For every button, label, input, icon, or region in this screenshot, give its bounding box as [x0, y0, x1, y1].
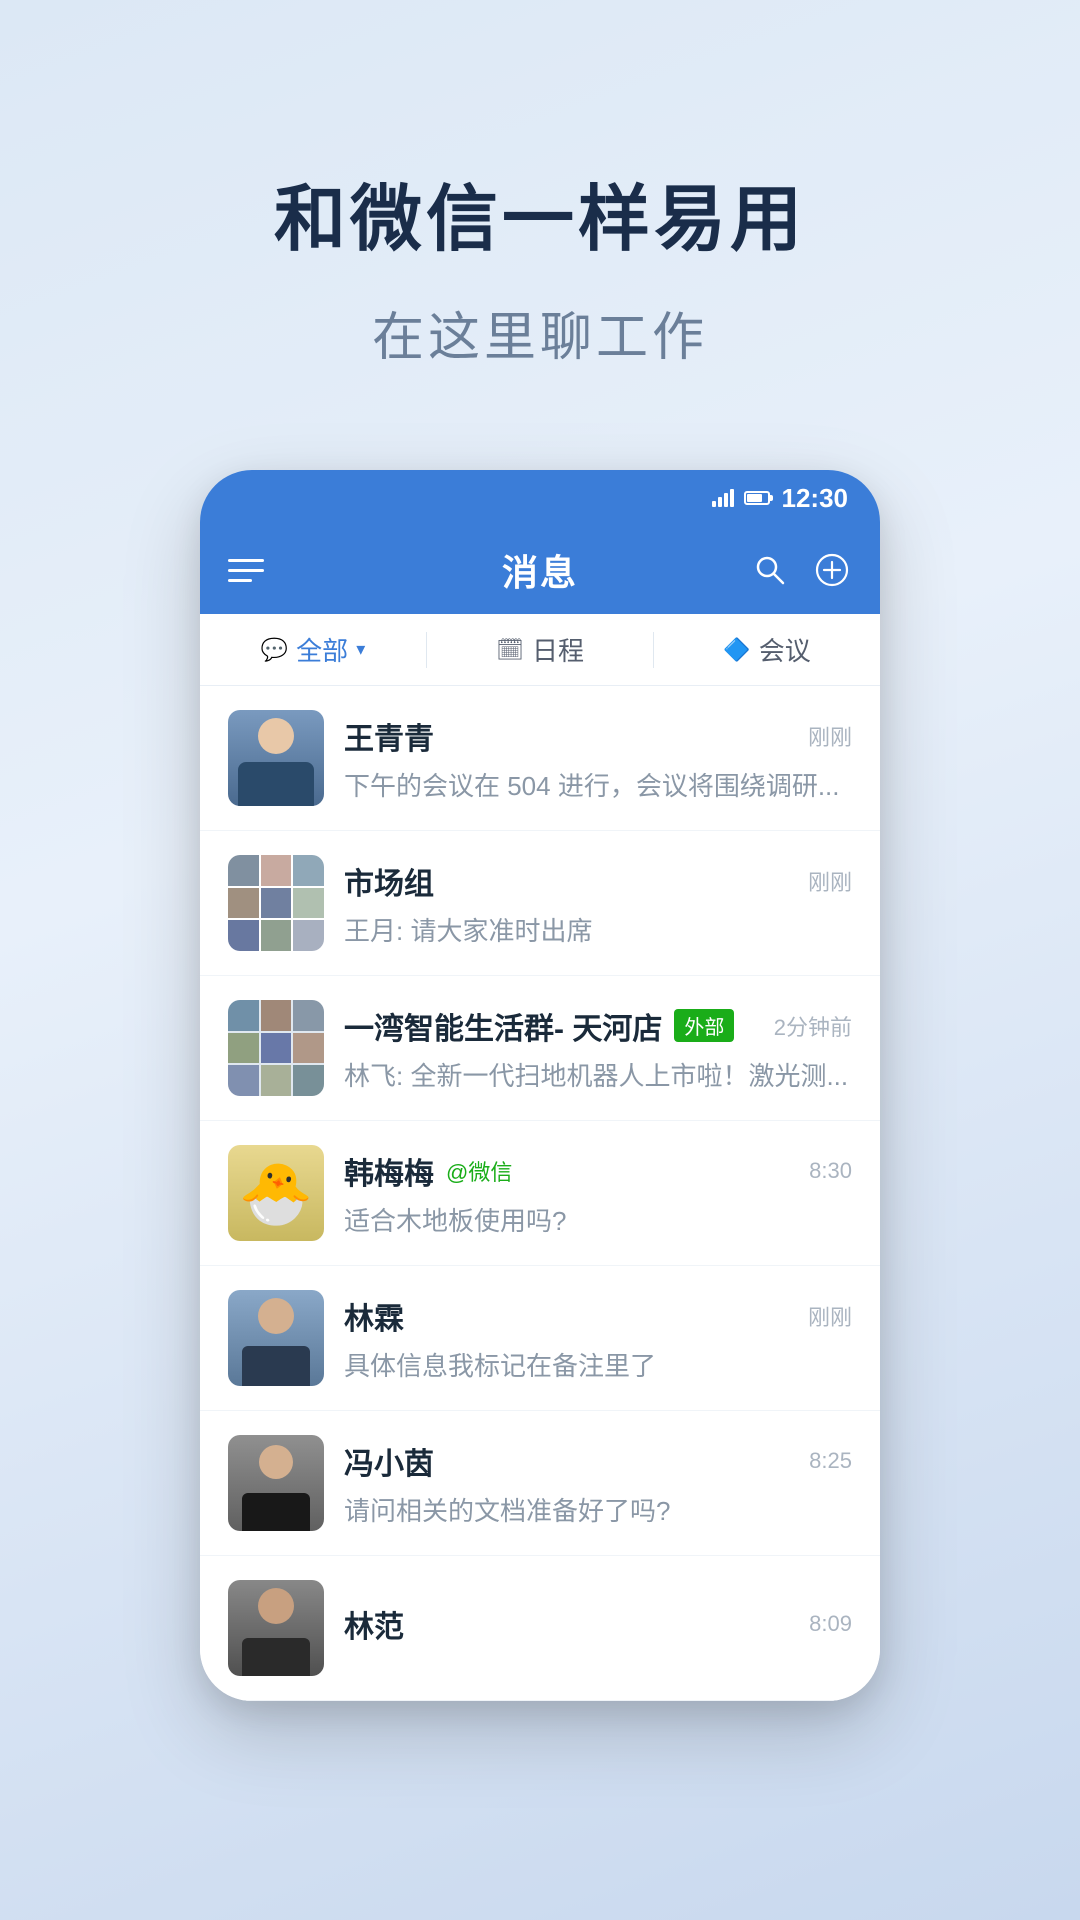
mini-av-8 [261, 920, 292, 951]
chat-name-market: 市场组 [344, 859, 434, 903]
chat-content-wqq: 王青青 刚刚 下午的会议在 504 进行，会议将围绕调研... [344, 714, 852, 803]
chat-time-linlin: 刚刚 [808, 1300, 852, 1332]
wechat-badge: @微信 [446, 1155, 512, 1187]
chat-preview-feng: 请问相关的文档准备好了吗? [344, 1491, 852, 1528]
chat-time-han: 8:30 [809, 1158, 852, 1184]
add-button[interactable] [812, 550, 852, 590]
chat-header-feng: 冯小茵 8:25 [344, 1439, 852, 1483]
chat-item-market[interactable]: 市场组 刚刚 王月: 请大家准时出席 [200, 831, 880, 976]
status-time: 12:30 [782, 483, 849, 514]
chat-name-linlin: 林霖 [344, 1294, 404, 1338]
chat-content-linlin: 林霖 刚刚 具体信息我标记在备注里了 [344, 1294, 852, 1383]
menu-line-2 [228, 569, 264, 572]
avatar-feng [228, 1435, 324, 1531]
tab-all-label: 全部 [296, 631, 348, 668]
signal-icon [712, 489, 734, 507]
avatar-linlin [228, 1290, 324, 1386]
chat-name-yiwan: 一湾智能生活群- 天河店 [344, 1004, 662, 1048]
tab-all-chevron: ▾ [356, 639, 365, 660]
yiwan-av-9 [293, 1065, 324, 1096]
chat-content-feng: 冯小茵 8:25 请问相关的文档准备好了吗? [344, 1439, 852, 1528]
chat-header-linlin: 林霖 刚刚 [344, 1294, 852, 1338]
chat-content-linfan: 林范 8:09 [344, 1602, 852, 1654]
chat-content-yiwan: 一湾智能生活群- 天河店 外部 2分钟前 林飞: 全新一代扫地机器人上市啦！激光… [344, 1004, 852, 1093]
chat-header-wqq: 王青青 刚刚 [344, 714, 852, 758]
avatar-market [228, 855, 324, 951]
tab-bar: 💬 全部 ▾ 🗓 日程 🔷 会议 [200, 614, 880, 686]
chat-header-market: 市场组 刚刚 [344, 859, 852, 903]
chat-preview-wqq: 下午的会议在 504 进行，会议将围绕调研... [344, 766, 852, 803]
chat-item-wqq[interactable]: 王青青 刚刚 下午的会议在 504 进行，会议将围绕调研... [200, 686, 880, 831]
chat-item-feng[interactable]: 冯小茵 8:25 请问相关的文档准备好了吗? [200, 1411, 880, 1556]
chat-item-linlin[interactable]: 林霖 刚刚 具体信息我标记在备注里了 [200, 1266, 880, 1411]
hero-subtitle: 在这里聊工作 [372, 295, 708, 370]
mini-av-7 [228, 920, 259, 951]
chat-name-han: 韩梅梅 [344, 1149, 434, 1193]
menu-button[interactable] [228, 548, 272, 592]
chat-preview-han: 适合木地板使用吗? [344, 1201, 852, 1238]
header-actions [750, 550, 852, 590]
header-title: 消息 [502, 544, 578, 596]
chat-header-yiwan: 一湾智能生活群- 天河店 外部 2分钟前 [344, 1004, 852, 1048]
tab-meeting-icon: 🔷 [723, 637, 750, 663]
yiwan-av-1 [228, 1000, 259, 1031]
avatar-linfan [228, 1580, 324, 1676]
yiwan-av-2 [261, 1000, 292, 1031]
chat-item-yiwan[interactable]: 一湾智能生活群- 天河店 外部 2分钟前 林飞: 全新一代扫地机器人上市啦！激光… [200, 976, 880, 1121]
avatar-han: 🐣 [228, 1145, 324, 1241]
chat-content-market: 市场组 刚刚 王月: 请大家准时出席 [344, 859, 852, 948]
avatar-yiwan [228, 1000, 324, 1096]
avatar-wqq [228, 710, 324, 806]
menu-line-3 [228, 579, 252, 582]
mini-av-4 [228, 888, 259, 919]
chat-header-han: 韩梅梅 @微信 8:30 [344, 1149, 852, 1193]
chat-time-market: 刚刚 [808, 865, 852, 897]
chat-name-linfan: 林范 [344, 1602, 404, 1646]
yiwan-av-7 [228, 1065, 259, 1096]
chat-preview-linlin: 具体信息我标记在备注里了 [344, 1346, 852, 1383]
chat-name-area-yiwan: 一湾智能生活群- 天河店 外部 [344, 1004, 734, 1048]
chat-name-area-han: 韩梅梅 @微信 [344, 1149, 512, 1193]
external-badge: 外部 [674, 1009, 734, 1042]
chat-content-han: 韩梅梅 @微信 8:30 适合木地板使用吗? [344, 1149, 852, 1238]
search-button[interactable] [750, 550, 790, 590]
chat-preview-market: 王月: 请大家准时出席 [344, 911, 852, 948]
yiwan-av-5 [261, 1033, 292, 1064]
mini-av-3 [293, 855, 324, 886]
mini-av-5 [261, 888, 292, 919]
tab-all[interactable]: 💬 全部 ▾ [200, 614, 426, 685]
chat-item-han[interactable]: 🐣 韩梅梅 @微信 8:30 适合木地板使用吗? [200, 1121, 880, 1266]
mini-av-6 [293, 888, 324, 919]
menu-line-1 [228, 559, 264, 562]
chat-time-linfan: 8:09 [809, 1611, 852, 1637]
chat-time-yiwan: 2分钟前 [774, 1010, 852, 1042]
mini-av-2 [261, 855, 292, 886]
status-bar: 12:30 [200, 470, 880, 526]
chat-name-wqq: 王青青 [344, 714, 434, 758]
tab-all-icon: 💬 [261, 637, 288, 663]
mini-av-1 [228, 855, 259, 886]
tab-meeting-label: 会议 [759, 631, 811, 668]
yiwan-av-3 [293, 1000, 324, 1031]
chat-preview-yiwan: 林飞: 全新一代扫地机器人上市啦！激光测... [344, 1056, 852, 1093]
yiwan-av-4 [228, 1033, 259, 1064]
chat-time-wqq: 刚刚 [808, 720, 852, 752]
tab-meeting[interactable]: 🔷 会议 [654, 614, 880, 685]
chat-item-linfan[interactable]: 林范 8:09 [200, 1556, 880, 1701]
tab-schedule-icon: 🗓 [496, 637, 524, 663]
chat-header-linfan: 林范 8:09 [344, 1602, 852, 1646]
status-icons [712, 489, 770, 507]
chat-name-feng: 冯小茵 [344, 1439, 434, 1483]
tab-schedule-label: 日程 [532, 631, 584, 668]
phone-mockup: 12:30 消息 [200, 470, 880, 1701]
chat-time-feng: 8:25 [809, 1448, 852, 1474]
hero-title: 和微信一样易用 [274, 160, 806, 265]
tab-schedule[interactable]: 🗓 日程 [427, 614, 653, 685]
yiwan-av-8 [261, 1065, 292, 1096]
app-header: 消息 [200, 526, 880, 614]
chat-list: 王青青 刚刚 下午的会议在 504 进行，会议将围绕调研... [200, 686, 880, 1701]
battery-icon [744, 491, 770, 505]
mini-av-9 [293, 920, 324, 951]
yiwan-av-6 [293, 1033, 324, 1064]
